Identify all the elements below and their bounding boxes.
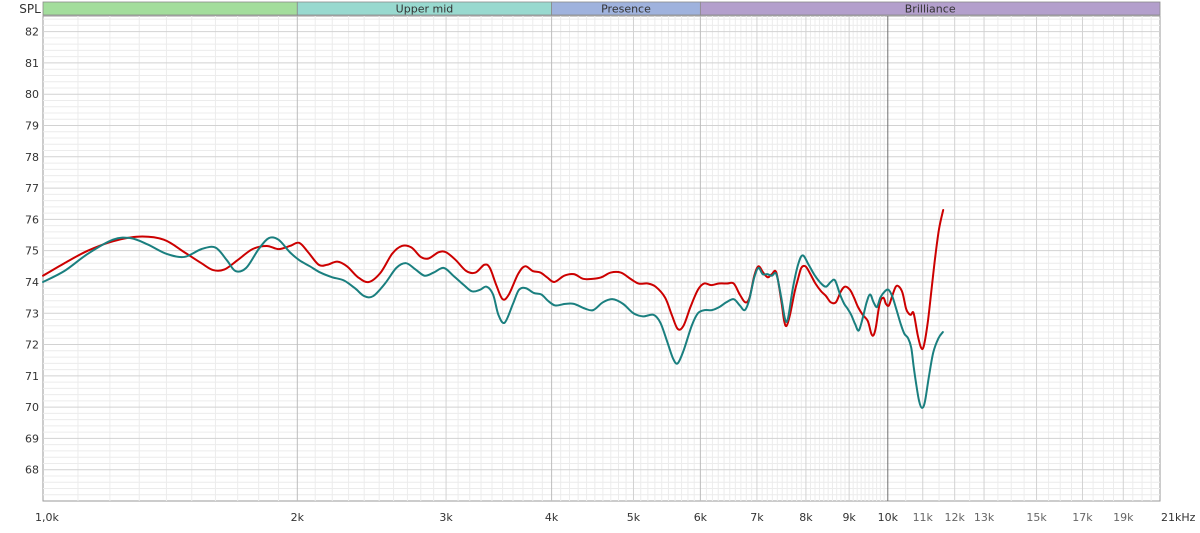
y-tick-label: 71: [25, 370, 39, 383]
x-tick-label: 17k: [1072, 511, 1093, 524]
band-0: [42, 1, 298, 16]
band-label-3: Brilliance: [905, 3, 956, 16]
plot-area: [42, 15, 1161, 502]
x-tick-label: 11k: [913, 511, 934, 524]
y-tick-label: 77: [25, 182, 39, 195]
x-tick-label: 3k: [439, 511, 453, 524]
y-tick-label: 80: [25, 88, 39, 101]
y-tick-label: 79: [25, 120, 39, 133]
x-tick-label: 21kHz: [1161, 511, 1196, 524]
y-tick-label: 68: [25, 464, 39, 477]
band-label-2: Presence: [601, 3, 651, 16]
x-tick-label: 19k: [1113, 511, 1134, 524]
x-tick-label: 12k: [944, 511, 965, 524]
frequency-response-chart: Upper mid Presence Brilliance SPL 68 69 70 71…: [0, 0, 1200, 529]
y-tick-label: 75: [25, 245, 39, 258]
x-tick-label: 8k: [799, 511, 813, 524]
chart-canvas: Upper mid Presence Brilliance SPL 68 69 70 71…: [19, 1, 1196, 524]
y-axis-title: SPL: [19, 2, 41, 16]
x-tick-label: 13k: [974, 511, 995, 524]
x-tick-label: 15k: [1026, 511, 1047, 524]
x-tick-label: 5k: [627, 511, 641, 524]
y-tick-label: 78: [25, 151, 39, 164]
y-tick-label: 82: [25, 26, 39, 39]
y-tick-label: 74: [25, 276, 39, 289]
x-tick-label: 2k: [291, 511, 305, 524]
grid-lines: [42, 15, 1161, 502]
x-tick-label: 7k: [750, 511, 764, 524]
y-tick-label: 72: [25, 339, 39, 352]
x-tick-label: 4k: [545, 511, 559, 524]
x-tick-label: 9k: [842, 511, 856, 524]
y-tick-label: 81: [25, 57, 39, 70]
y-tick-label: 70: [25, 401, 39, 414]
x-tick-label: 6k: [694, 511, 708, 524]
band-label-1: Upper mid: [396, 3, 454, 16]
y-tick-label: 73: [25, 307, 39, 320]
x-tick-label: 10k: [878, 511, 899, 524]
x-tick-label: 1,0k: [35, 511, 59, 524]
frequency-bands: Upper mid Presence Brilliance: [42, 1, 1161, 16]
y-tick-label: 76: [25, 213, 39, 226]
y-tick-label: 69: [25, 432, 39, 445]
